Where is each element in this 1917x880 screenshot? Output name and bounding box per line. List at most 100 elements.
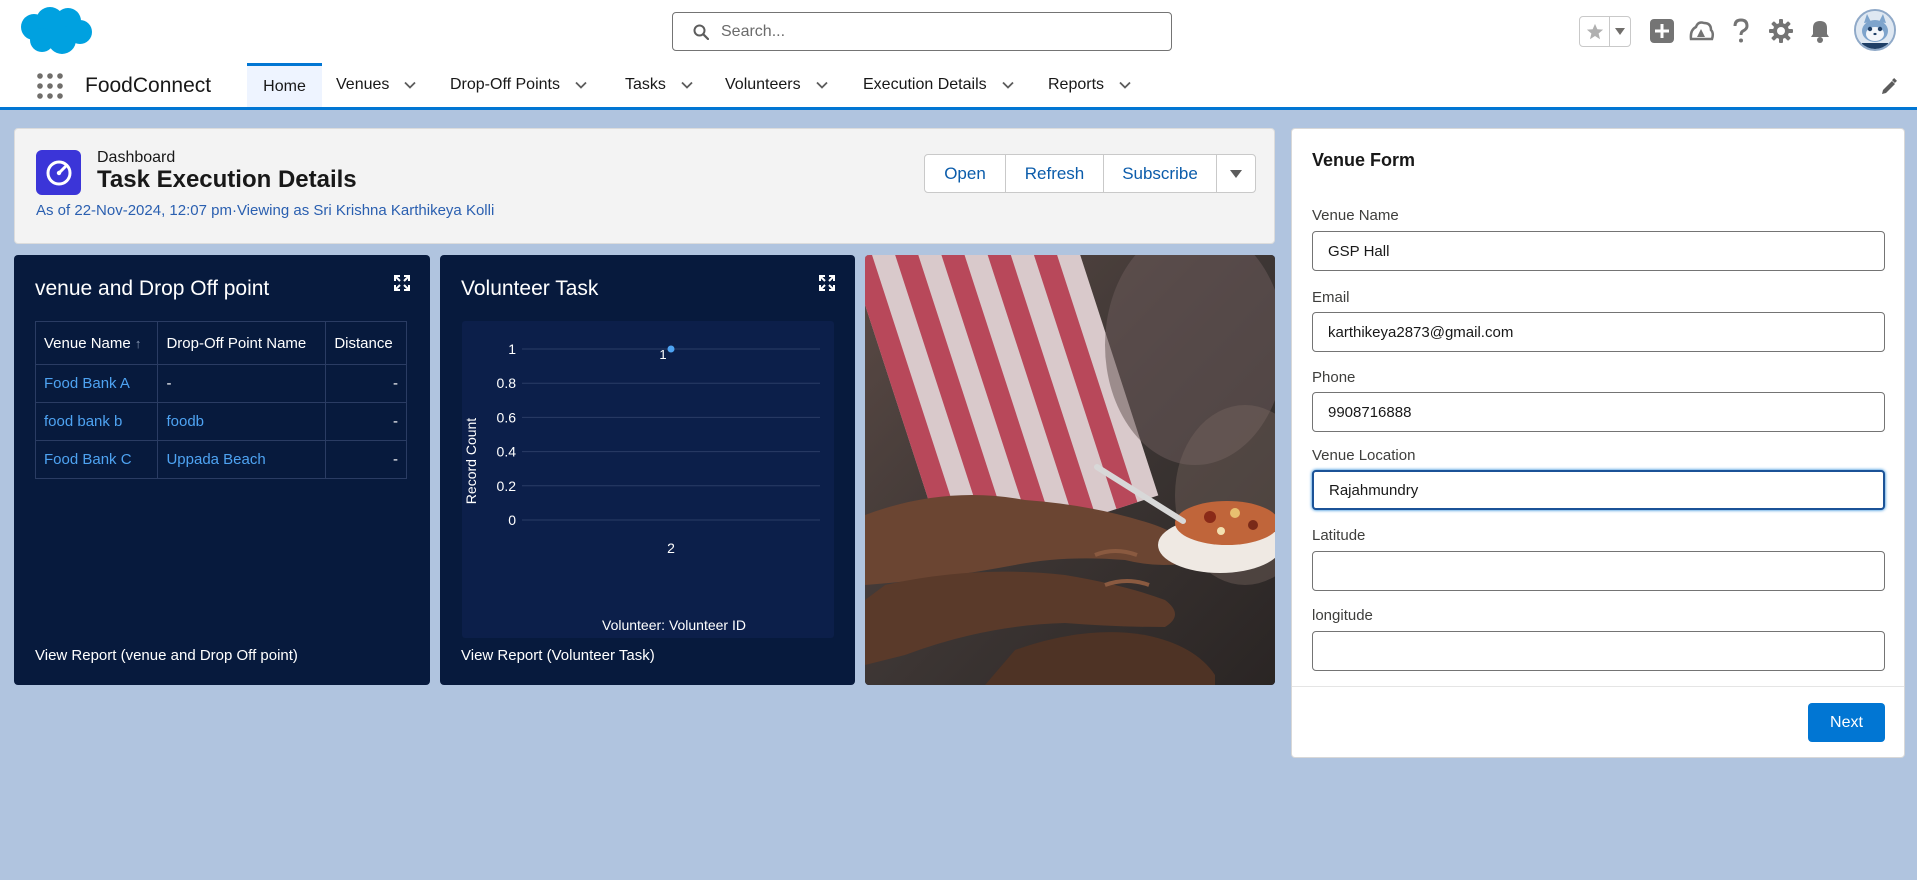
tab-label: Venues: [336, 76, 390, 93]
search-icon: [693, 24, 709, 40]
chart-y-tick-label: 0.2: [497, 478, 517, 494]
chart-data-point[interactable]: [667, 345, 675, 353]
column-header-venue-name[interactable]: Venue Name ↑: [34, 321, 159, 365]
venue-location-label: Venue Location: [1312, 447, 1416, 464]
setup-gear-icon[interactable]: [1766, 16, 1796, 46]
table-row: Food Bank A - -: [34, 364, 407, 403]
view-report-link[interactable]: View Report (venue and Drop Off point): [35, 647, 298, 664]
table-row: food bank b foodb -: [34, 402, 407, 441]
form-footer-divider: [1292, 686, 1904, 687]
trailhead-icon[interactable]: [1686, 16, 1716, 46]
volunteer-task-chart: 0 0.2 0.4 0.6 0.8 1 2 1 Record Count Volunteer…: [462, 321, 834, 638]
chart-x-tick-label: 2: [667, 540, 675, 556]
venue-dropoff-widget: venue and Drop Off point Venue Name ↑ Dr…: [14, 255, 430, 685]
longitude-field[interactable]: [1312, 631, 1885, 671]
longitude-label: longitude: [1312, 607, 1373, 624]
dashboard-gauge-icon: [36, 150, 81, 195]
chevron-down-icon[interactable]: [680, 78, 694, 92]
chart-y-tick-label: 0.6: [497, 409, 517, 425]
help-icon[interactable]: [1726, 16, 1756, 46]
chart-y-tick-label: 0.8: [497, 375, 517, 391]
app-name: FoodConnect: [85, 74, 212, 97]
chart-y-tick-label: 1: [508, 341, 516, 357]
chart-y-tick-label: 0.4: [497, 444, 517, 460]
expand-icon[interactable]: [393, 274, 411, 292]
more-actions-button[interactable]: [1216, 154, 1256, 193]
table-row: Food Bank C Uppada Beach -: [34, 440, 407, 479]
tab-label: Volunteers: [725, 76, 801, 93]
distance-cell: -: [325, 364, 407, 403]
chart-y-axis-label: Record Count: [463, 418, 479, 504]
user-avatar[interactable]: [1854, 9, 1896, 51]
latitude-field[interactable]: [1312, 551, 1885, 591]
email-label: Email: [1312, 289, 1350, 306]
distance-cell: -: [325, 440, 407, 479]
subscribe-button[interactable]: Subscribe: [1103, 154, 1217, 193]
chevron-down-icon[interactable]: [1118, 78, 1132, 92]
tab-label: Reports: [1048, 76, 1105, 93]
favorites-star-icon[interactable]: [1580, 17, 1610, 46]
widget-title: Volunteer Task: [461, 277, 599, 300]
tab-drop-off-points[interactable]: Drop-Off Points: [450, 63, 588, 107]
tab-label: Tasks: [625, 76, 666, 93]
dropoff-link[interactable]: Uppada Beach: [157, 440, 327, 479]
tab-home[interactable]: Home: [247, 63, 322, 107]
tab-tasks[interactable]: Tasks: [625, 63, 694, 107]
tab-label: Drop-Off Points: [450, 76, 560, 93]
volunteer-task-widget: Volunteer Task 0 0.2 0.4 0.6 0.8 1 2 1 Record …: [440, 255, 855, 685]
dashboard-header: Dashboard Task Execution Details As of 2…: [14, 128, 1275, 244]
widget-title: venue and Drop Off point: [35, 277, 270, 300]
tab-venues[interactable]: Venues: [336, 63, 417, 107]
venue-link[interactable]: Food Bank C: [34, 440, 159, 479]
form-title: Venue Form: [1312, 150, 1416, 170]
record-type-label: Dashboard: [97, 149, 176, 166]
next-button[interactable]: Next: [1808, 703, 1885, 742]
global-actions-icon[interactable]: [1647, 16, 1677, 46]
chart-x-axis-label: Volunteer: Volunteer ID: [602, 617, 746, 633]
latitude-label: Latitude: [1312, 527, 1366, 544]
phone-label: Phone: [1312, 369, 1356, 386]
dashboard-title: Task Execution Details: [97, 166, 357, 193]
chevron-down-icon: [1230, 169, 1242, 178]
venue-location-field[interactable]: [1312, 470, 1885, 510]
favorites-dropdown-icon[interactable]: [1610, 17, 1630, 46]
food-donation-image-widget: [865, 255, 1275, 685]
chevron-down-icon[interactable]: [815, 78, 829, 92]
venue-name-label: Venue Name: [1312, 207, 1399, 224]
open-button[interactable]: Open: [924, 154, 1006, 193]
app-launcher-icon[interactable]: [36, 72, 64, 100]
chevron-down-icon[interactable]: [1001, 78, 1015, 92]
notifications-bell-icon[interactable]: [1805, 16, 1835, 46]
email-field[interactable]: [1312, 312, 1885, 352]
salesforce-logo[interactable]: [18, 5, 94, 57]
food-donation-photo: [865, 255, 1275, 685]
venue-link[interactable]: Food Bank A: [34, 364, 159, 403]
view-report-link[interactable]: View Report (Volunteer Task): [461, 647, 655, 664]
search-input[interactable]: [721, 19, 1151, 44]
global-search[interactable]: [672, 12, 1172, 51]
tab-execution-details[interactable]: Execution Details: [863, 63, 1015, 107]
expand-icon[interactable]: [818, 274, 836, 292]
venue-form-panel: Venue Form Venue Name Email Phone Venue …: [1291, 128, 1905, 758]
phone-field[interactable]: [1312, 392, 1885, 432]
chevron-down-icon[interactable]: [574, 78, 588, 92]
tab-label: Execution Details: [863, 76, 987, 93]
refresh-button[interactable]: Refresh: [1005, 154, 1104, 193]
edit-nav-pencil-icon[interactable]: [1880, 78, 1898, 96]
dashboard-meta: As of 22-Nov-2024, 12:07 pm·Viewing as S…: [36, 202, 495, 219]
dropoff-link[interactable]: foodb: [157, 402, 327, 441]
sort-ascending-icon: ↑: [134, 335, 142, 351]
tab-label: Home: [263, 77, 306, 95]
global-header: [0, 0, 1917, 60]
chevron-down-icon[interactable]: [403, 78, 417, 92]
tab-reports[interactable]: Reports: [1048, 63, 1132, 107]
column-header-distance[interactable]: Distance: [325, 321, 407, 365]
column-header-dropoff-name[interactable]: Drop-Off Point Name: [157, 321, 327, 365]
chart-data-label: 1: [659, 347, 666, 362]
distance-cell: -: [325, 402, 407, 441]
venue-name-field[interactable]: [1312, 231, 1885, 271]
dashboard-actions: Open Refresh Subscribe: [924, 154, 1256, 193]
venue-link[interactable]: food bank b: [34, 402, 159, 441]
venue-dropoff-table: Venue Name ↑ Drop-Off Point Name Distanc…: [34, 321, 407, 479]
tab-volunteers[interactable]: Volunteers: [725, 63, 829, 107]
